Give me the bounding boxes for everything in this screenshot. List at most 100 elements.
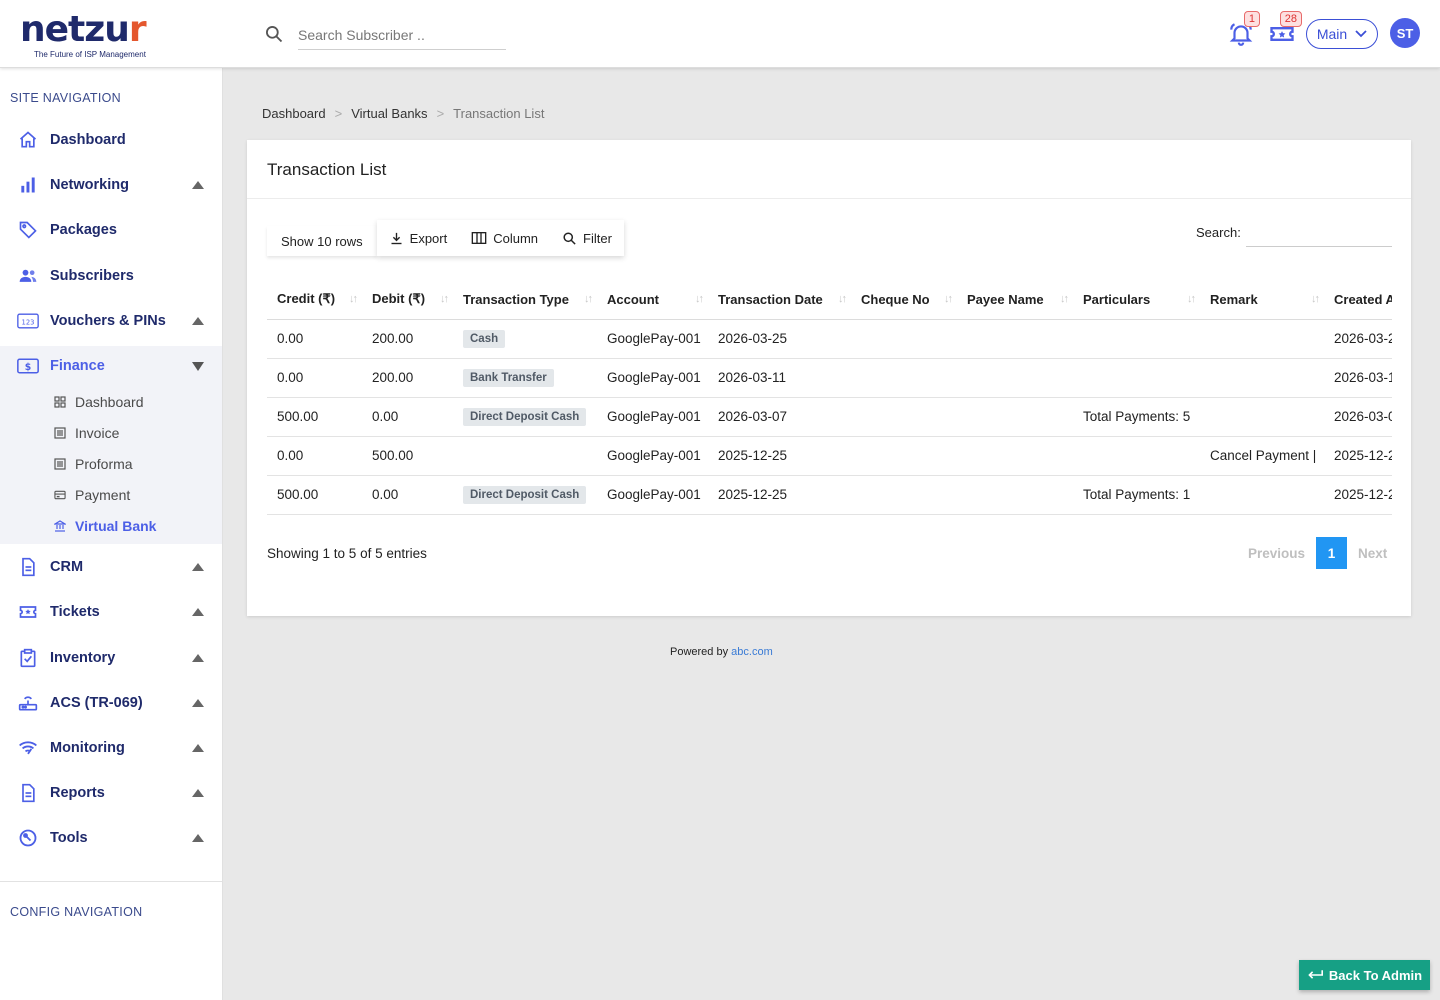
- created-at-cell: 2025-12-25: [1324, 436, 1392, 476]
- notification-count-badge: 1: [1243, 11, 1260, 27]
- site-navigation-title: SITE NAVIGATION: [10, 91, 121, 105]
- breadcrumb-current: Transaction List: [453, 106, 545, 121]
- remark-cell: [1200, 475, 1324, 515]
- expand-arrow-icon: [192, 181, 204, 189]
- column-header-remark[interactable]: Remark ↓↑: [1200, 280, 1324, 320]
- user-avatar[interactable]: ST: [1390, 18, 1420, 48]
- column-header-created-at[interactable]: Created At: [1324, 280, 1392, 320]
- download-icon: [391, 232, 402, 244]
- transaction-type-cell: Cash: [453, 319, 597, 359]
- logo-tagline: The Future of ISP Management: [34, 50, 146, 59]
- sidebar-item-finance[interactable]: $ Finance: [0, 346, 222, 386]
- chevron-down-icon: [1355, 30, 1367, 38]
- cheque-no-cell: [851, 319, 957, 359]
- breadcrumb-virtual-banks[interactable]: Virtual Banks: [351, 106, 427, 121]
- page-title: Transaction List: [267, 160, 387, 179]
- bar-chart-icon: [17, 174, 39, 196]
- sidebar-item-label: Monitoring: [50, 740, 125, 756]
- remark-cell: Cancel Payment |: [1200, 436, 1324, 476]
- transaction-table-wrapper: Credit (₹) ↓↑ Debit (₹) ↓↑ Transaction Typ…: [267, 280, 1392, 515]
- sidebar-item-label: Finance: [50, 358, 105, 374]
- transaction-table: Credit (₹) ↓↑ Debit (₹) ↓↑ Transaction Typ…: [267, 280, 1392, 515]
- list-icon: [54, 458, 66, 470]
- sidebar-item-tools[interactable]: Tools: [0, 818, 222, 858]
- sidebar-item-label: Tickets: [50, 604, 100, 620]
- bank-icon: [54, 520, 66, 532]
- sidebar-item-reports[interactable]: Reports: [0, 773, 222, 813]
- collapse-arrow-icon: [192, 361, 204, 371]
- created-at-cell: 2025-12-25: [1324, 475, 1392, 515]
- account-cell: GooglePay-001: [597, 358, 708, 398]
- payee-name-cell: [957, 475, 1073, 515]
- column-header-cheque-no[interactable]: Cheque No ↓↑: [851, 280, 957, 320]
- table-row: 500.00 0.00 Direct Deposit Cash GooglePa…: [267, 397, 1392, 437]
- finance-sub-dashboard[interactable]: Dashboard: [54, 391, 144, 413]
- table-header-row: Credit (₹) ↓↑ Debit (₹) ↓↑ Transaction Typ…: [267, 280, 1392, 320]
- transaction-list-card: Transaction List Show 10 rows Export Col…: [247, 140, 1411, 616]
- sidebar-item-subscribers[interactable]: Subscribers: [0, 256, 222, 296]
- sidebar-item-inventory[interactable]: Inventory: [0, 638, 222, 678]
- logo-wordmark: netzur: [20, 9, 147, 50]
- table-row: 500.00 0.00 Direct Deposit Cash GooglePa…: [267, 475, 1392, 515]
- sub-item-label: Dashboard: [75, 394, 144, 410]
- column-header-particulars[interactable]: Particulars ↓↑: [1073, 280, 1200, 320]
- payee-name-cell: [957, 319, 1073, 359]
- transaction-type-chip: Direct Deposit Cash: [463, 407, 587, 426]
- filter-button[interactable]: Filter: [550, 220, 624, 256]
- transaction-type-cell: Bank Transfer: [453, 358, 597, 398]
- sidebar-item-label: Reports: [50, 785, 105, 801]
- column-header-credit[interactable]: Credit (₹) ↓↑: [267, 280, 362, 320]
- footer: Powered by abc.com: [670, 646, 773, 658]
- notifications-button[interactable]: 1: [1228, 11, 1260, 48]
- brand-logo[interactable]: netzur The Future of ISP Management: [20, 9, 147, 60]
- sidebar-item-label: Inventory: [50, 650, 116, 666]
- expand-arrow-icon: [192, 317, 204, 325]
- show-rows-button[interactable]: Show 10 rows: [267, 226, 377, 256]
- column-button[interactable]: Column: [459, 220, 551, 256]
- sort-icon: ↓↑: [349, 293, 358, 305]
- sidebar-item-vouchers[interactable]: 123 Vouchers & PINs: [0, 301, 222, 341]
- column-header-transaction-type[interactable]: Transaction Type ↓↑: [453, 280, 597, 320]
- next-page-button[interactable]: Next: [1347, 546, 1398, 561]
- sidebar-item-packages[interactable]: Packages: [0, 210, 222, 250]
- return-arrow-icon: [1308, 970, 1323, 979]
- column-header-debit[interactable]: Debit (₹) ↓↑: [362, 280, 453, 320]
- pin-icon: 123: [17, 310, 39, 332]
- powered-by-link[interactable]: abc.com: [731, 646, 773, 658]
- table-search-input[interactable]: [1246, 220, 1392, 247]
- column-header-transaction-date[interactable]: Transaction Date ↓↑: [708, 280, 851, 320]
- finance-sub-virtual-bank[interactable]: Virtual Bank: [54, 515, 156, 537]
- remark-cell: [1200, 358, 1324, 398]
- export-label: Export: [409, 230, 448, 246]
- sidebar-item-acs[interactable]: ACS (TR-069): [0, 683, 222, 723]
- sidebar-item-dashboard[interactable]: Dashboard: [0, 120, 222, 160]
- tickets-button[interactable]: 28: [1268, 11, 1302, 48]
- sidebar-item-monitoring[interactable]: Monitoring: [0, 728, 222, 768]
- home-icon: [17, 129, 39, 151]
- finance-sub-proforma[interactable]: Proforma: [54, 453, 133, 475]
- particulars-cell: [1073, 358, 1200, 398]
- page-1-button[interactable]: 1: [1316, 537, 1348, 569]
- svg-text:$: $: [25, 362, 31, 373]
- sidebar-item-crm[interactable]: CRM: [0, 547, 222, 587]
- sidebar-item-tickets[interactable]: Tickets: [0, 592, 222, 632]
- export-button[interactable]: Export: [376, 220, 460, 256]
- column-header-account[interactable]: Account ↓↑: [597, 280, 708, 320]
- previous-page-button[interactable]: Previous: [1237, 546, 1316, 561]
- entries-info: Showing 1 to 5 of 5 entries: [267, 546, 427, 561]
- svg-text:123: 123: [22, 318, 35, 326]
- breadcrumb-dashboard[interactable]: Dashboard: [262, 106, 326, 121]
- breadcrumb: Dashboard > Virtual Banks > Transaction …: [262, 106, 544, 121]
- finance-sub-invoice[interactable]: Invoice: [54, 422, 119, 444]
- created-at-cell: 2026-03-25: [1324, 319, 1392, 359]
- main-dropdown[interactable]: Main: [1306, 19, 1378, 49]
- dollar-icon: $: [17, 355, 39, 377]
- sidebar-item-label: Dashboard: [50, 132, 126, 148]
- credit-cell: 500.00: [267, 475, 362, 515]
- finance-sub-payment[interactable]: Payment: [54, 484, 130, 506]
- sidebar-item-networking[interactable]: Networking: [0, 165, 222, 205]
- column-header-payee-name[interactable]: Payee Name ↓↑: [957, 280, 1073, 320]
- back-to-admin-button[interactable]: Back To Admin: [1299, 960, 1430, 990]
- remark-cell: [1200, 397, 1324, 437]
- subscriber-search-input[interactable]: [298, 20, 506, 50]
